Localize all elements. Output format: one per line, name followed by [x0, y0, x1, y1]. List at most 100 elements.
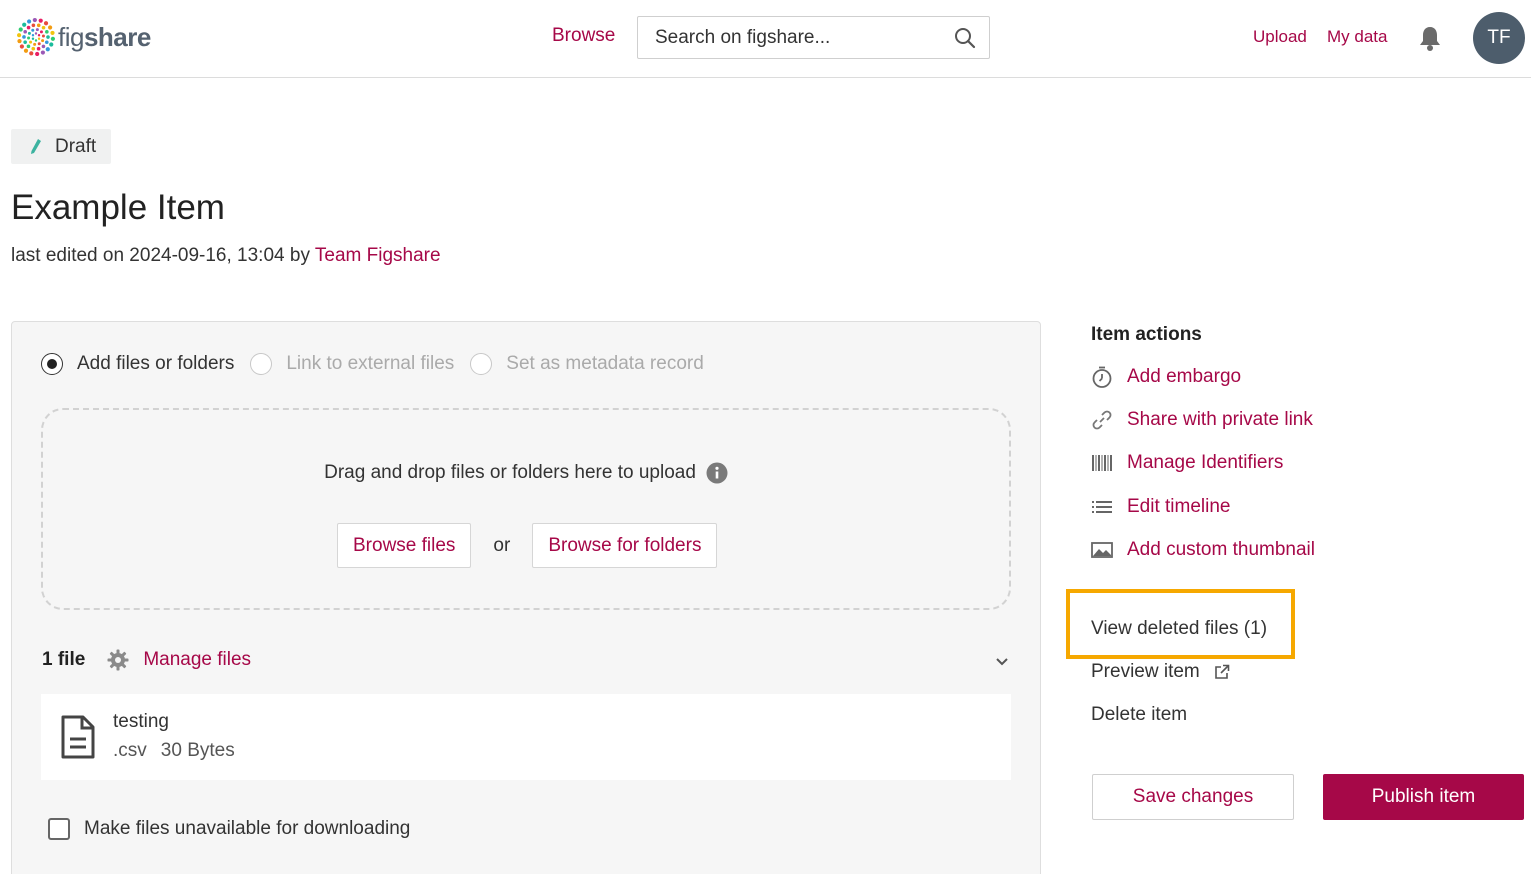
logo-dot — [41, 39, 45, 43]
page-title: Example Item — [11, 188, 225, 227]
logo-dot — [33, 42, 37, 46]
logo-dot — [49, 42, 54, 47]
logo-dot — [23, 40, 27, 44]
radio-metadata-record-label: Set as metadata record — [506, 353, 704, 374]
logo-dot — [38, 18, 43, 23]
unavailable-download-option: Make files unavailable for downloading — [48, 818, 410, 840]
preview-item-label[interactable]: Preview item — [1091, 661, 1200, 683]
logo-dot — [27, 36, 31, 40]
nav-upload-link[interactable]: Upload — [1253, 27, 1307, 47]
external-link-icon — [1214, 664, 1230, 679]
manage-identifiers-label[interactable]: Manage Identifiers — [1127, 452, 1283, 474]
edit-timeline-label[interactable]: Edit timeline — [1127, 496, 1231, 518]
logo-dot — [46, 35, 50, 39]
manage-identifiers-action[interactable]: Manage Identifiers — [1091, 452, 1283, 474]
nav-browse-link[interactable]: Browse — [552, 25, 615, 47]
dropzone-text-row: Drag and drop files or folders here to u… — [43, 462, 1009, 484]
logo-dot — [41, 34, 45, 38]
logo-dot — [23, 29, 28, 34]
chevron-down-icon[interactable] — [994, 653, 1010, 669]
browse-files-button[interactable]: Browse files — [337, 523, 472, 568]
logo-dot — [19, 44, 24, 49]
dropzone-text: Drag and drop files or folders here to u… — [324, 462, 696, 483]
logo-dot — [41, 44, 46, 49]
add-embargo-action[interactable]: Add embargo — [1091, 366, 1241, 388]
gear-icon[interactable] — [107, 649, 129, 671]
share-private-link-action[interactable]: Share with private link — [1091, 409, 1313, 431]
logo-dot — [31, 34, 35, 37]
view-deleted-files-link[interactable]: View deleted files (1) — [1091, 618, 1267, 640]
logo-dot — [22, 22, 27, 27]
unavailable-download-label[interactable]: Make files unavailable for downloading — [84, 818, 410, 840]
logo-dot — [18, 27, 23, 32]
file-size: 30 Bytes — [160, 740, 235, 761]
search-input[interactable] — [638, 17, 938, 58]
info-icon[interactable] — [706, 462, 728, 484]
delete-item-link[interactable]: Delete item — [1091, 704, 1187, 726]
logo-dot — [31, 46, 36, 51]
save-changes-button[interactable]: Save changes — [1092, 774, 1294, 820]
add-thumbnail-action[interactable]: Add custom thumbnail — [1091, 539, 1315, 561]
edit-timeline-action[interactable]: Edit timeline — [1091, 496, 1231, 518]
radio-link-external — [250, 353, 273, 375]
share-private-link-label[interactable]: Share with private link — [1127, 409, 1313, 431]
logo-dot — [40, 50, 45, 55]
file-name: testing — [113, 711, 169, 732]
figshare-logo[interactable]: figshare — [16, 17, 151, 57]
logo-dot — [36, 46, 41, 51]
logo-dot — [31, 23, 36, 28]
file-meta: .csv 30 Bytes — [113, 740, 235, 762]
logo-dot — [35, 51, 40, 57]
radio-metadata-record — [470, 353, 493, 375]
radio-add-files-label[interactable]: Add files or folders — [77, 353, 234, 375]
pencil-icon — [31, 138, 41, 154]
list-icon — [1092, 501, 1112, 513]
logo-dot — [23, 48, 29, 53]
item-actions-title: Item actions — [1091, 324, 1202, 345]
file-extension: .csv — [113, 740, 147, 761]
logo-dot — [31, 37, 35, 40]
logo-dot — [32, 17, 37, 23]
or-label: or — [493, 534, 511, 556]
last-edited-info: last edited on 2024-09-16, 13:04 by Team… — [11, 245, 441, 267]
radio-add-files[interactable] — [41, 353, 63, 375]
files-panel: Add files or folders Link to external fi… — [11, 321, 1041, 874]
preview-item-link[interactable]: Preview item — [1091, 661, 1230, 683]
logo-dot — [34, 39, 38, 42]
top-header: figshare Browse Upload My data TF — [0, 0, 1531, 78]
logo-dot — [37, 34, 41, 37]
editor-link[interactable]: Team Figshare — [315, 245, 441, 266]
logo-dot — [37, 42, 41, 46]
figshare-logo-icon — [17, 17, 56, 57]
logo-dot — [50, 36, 56, 41]
add-thumbnail-label[interactable]: Add custom thumbnail — [1127, 539, 1315, 561]
browse-folders-button[interactable]: Browse for folders — [532, 523, 718, 568]
upload-options: Add files or folders Link to external fi… — [41, 353, 720, 375]
status-label: Draft — [55, 135, 97, 157]
publish-item-button[interactable]: Publish item — [1323, 774, 1524, 820]
logo-dot — [29, 51, 34, 56]
logo-dot — [29, 40, 33, 44]
logo-dot — [43, 21, 49, 26]
logo-dot — [26, 44, 31, 49]
logo-dot — [41, 25, 46, 30]
last-edited-text: last edited on 2024-09-16, 13:04 by — [11, 245, 310, 266]
search-icon[interactable] — [953, 26, 977, 50]
logo-dot — [50, 30, 55, 36]
logo-text: figshare — [58, 21, 151, 52]
logo-dot — [37, 37, 41, 40]
files-header: 1 file Manage files — [42, 649, 1010, 671]
image-icon — [1091, 542, 1113, 558]
manage-files-link[interactable]: Manage files — [143, 649, 251, 671]
unavailable-download-checkbox[interactable] — [48, 818, 70, 840]
upload-dropzone[interactable]: Drag and drop files or folders here to u… — [41, 408, 1011, 610]
nav-my-data-link[interactable]: My data — [1327, 27, 1387, 47]
status-badge: Draft — [11, 129, 111, 164]
user-avatar[interactable]: TF — [1473, 12, 1525, 64]
file-list-item[interactable]: testing .csv 30 Bytes — [41, 694, 1011, 780]
bell-icon[interactable] — [1417, 24, 1443, 52]
logo-dot — [39, 30, 43, 34]
logo-dot — [36, 23, 41, 28]
logo-dot — [44, 40, 49, 45]
add-embargo-label[interactable]: Add embargo — [1127, 366, 1241, 388]
